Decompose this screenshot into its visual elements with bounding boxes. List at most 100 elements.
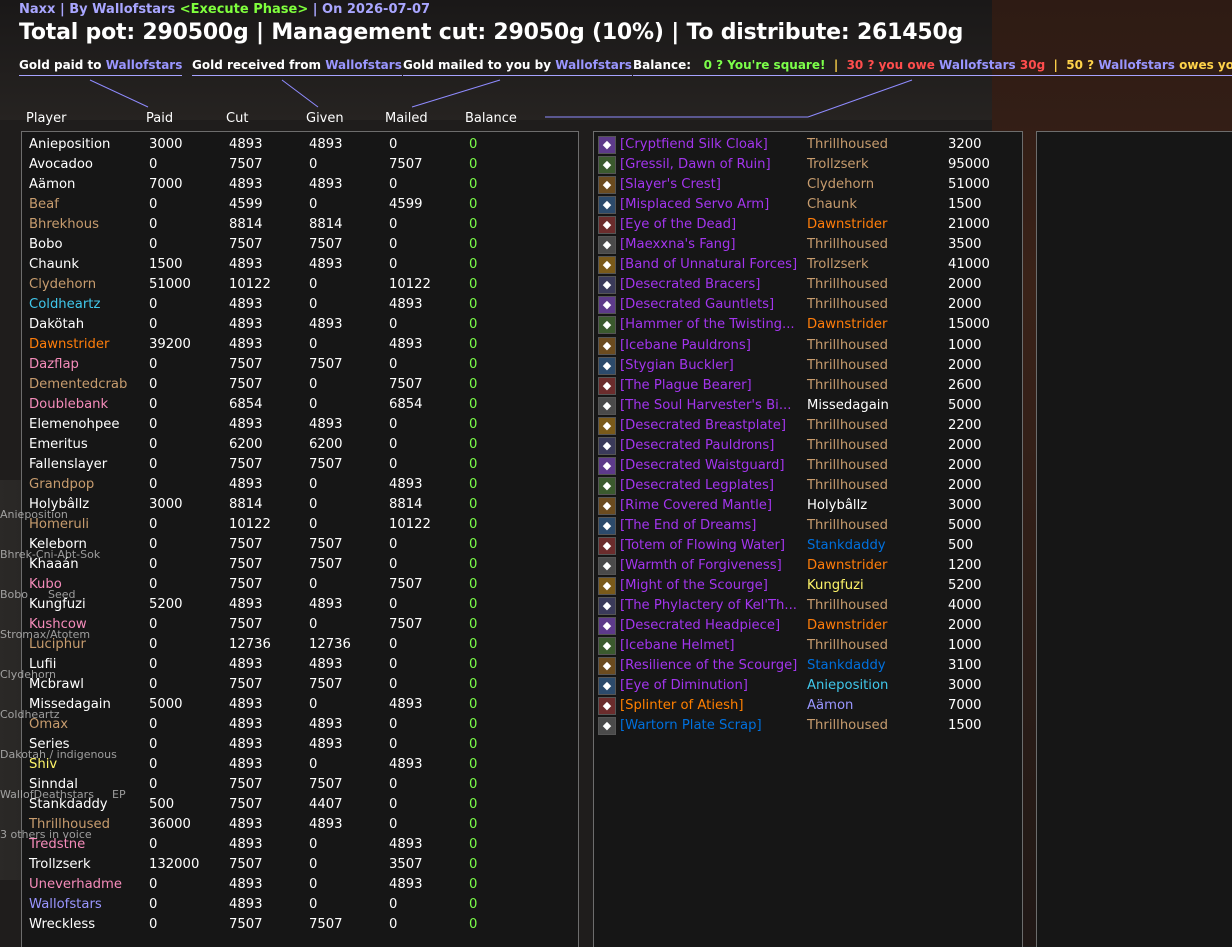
loot-row[interactable]: ◆ [The Soul Harvester's Bi... Missedagain 5… [594, 396, 1014, 416]
col-given[interactable]: Given [306, 111, 344, 126]
player-row[interactable]: Tredstne 0 4893 0 4893 0 [22, 835, 562, 855]
loot-list[interactable]: ◆ [Cryptfiend Silk Cloak] Thrillhoused 3200… [593, 131, 1023, 947]
player-row[interactable]: Avocadoo 0 7507 0 7507 0 [22, 155, 562, 175]
item-link[interactable]: [The Plague Bearer] [620, 376, 752, 396]
player-row[interactable]: Elemenohpee 0 4893 4893 0 0 [22, 415, 562, 435]
col-paid[interactable]: Paid [146, 111, 173, 126]
item-link[interactable]: [Rime Covered Mantle] [620, 496, 772, 516]
item-link[interactable]: [Might of the Scourge] [620, 576, 768, 596]
col-cut[interactable]: Cut [226, 111, 248, 126]
loot-row[interactable]: ◆ [Desecrated Bracers] Thrillhoused 2000 [594, 275, 1014, 295]
item-link[interactable]: [The End of Dreams] [620, 516, 756, 536]
player-row[interactable]: Homeruli 0 10122 0 10122 0 [22, 515, 562, 535]
player-row[interactable]: Clydehorn 51000 10122 0 10122 0 [22, 275, 562, 295]
player-row[interactable]: Wreckless 0 7507 7507 0 0 [22, 915, 562, 935]
player-row[interactable]: Missedagain 5000 4893 0 4893 0 [22, 695, 562, 715]
item-link[interactable]: [Stygian Buckler] [620, 356, 734, 376]
player-row[interactable]: Grandpop 0 4893 0 4893 0 [22, 475, 562, 495]
item-link[interactable]: [Slayer's Crest] [620, 175, 721, 195]
player-row[interactable]: Dakötah 0 4893 4893 0 0 [22, 315, 562, 335]
item-link[interactable]: [Totem of Flowing Water] [620, 536, 785, 556]
loot-row[interactable]: ◆ [Slayer's Crest] Clydehorn 51000 [594, 175, 1014, 195]
loot-row[interactable]: ◆ [Eye of Diminution] Anieposition 3000 [594, 676, 1014, 696]
player-row[interactable]: Dawnstrider 39200 4893 0 4893 0 [22, 335, 562, 355]
item-link[interactable]: [Band of Unnatural Forces] [620, 255, 797, 275]
item-link[interactable]: [Desecrated Gauntlets] [620, 295, 774, 315]
player-row[interactable]: Wallofstars 0 4893 0 0 0 [22, 895, 562, 915]
loot-row[interactable]: ◆ [The Plague Bearer] Thrillhoused 2600 [594, 376, 1014, 396]
loot-row[interactable]: ◆ [Rime Covered Mantle] Holybâllz 3000 [594, 496, 1014, 516]
col-player[interactable]: Player [26, 111, 66, 126]
player-row[interactable]: Aämon 7000 4893 4893 0 0 [22, 175, 562, 195]
col-balance[interactable]: Balance [465, 111, 517, 126]
loot-row[interactable]: ◆ [Gressil, Dawn of Ruin] Trollzserk 95000 [594, 155, 1014, 175]
player-row[interactable]: Kushcow 0 7507 0 7507 0 [22, 615, 562, 635]
item-link[interactable]: [Maexxna's Fang] [620, 235, 736, 255]
player-row[interactable]: Mcbrawl 0 7507 7507 0 0 [22, 675, 562, 695]
loot-row[interactable]: ◆ [Band of Unnatural Forces] Trollzserk 410… [594, 255, 1014, 275]
item-link[interactable]: [Desecrated Legplates] [620, 476, 774, 496]
item-link[interactable]: [Warmth of Forgiveness] [620, 556, 782, 576]
loot-row[interactable]: ◆ [Icebane Pauldrons] Thrillhoused 1000 [594, 336, 1014, 356]
loot-row[interactable]: ◆ [Wartorn Plate Scrap] Thrillhoused 1500 [594, 716, 1014, 736]
loot-row[interactable]: ◆ [Desecrated Headpiece] Dawnstrider 2000 [594, 616, 1014, 636]
player-row[interactable]: Sinndal 0 7507 7507 0 0 [22, 775, 562, 795]
player-row[interactable]: Omax 0 4893 4893 0 0 [22, 715, 562, 735]
loot-row[interactable]: ◆ [Warmth of Forgiveness] Dawnstrider 1200 [594, 556, 1014, 576]
loot-row[interactable]: ◆ [Maexxna's Fang] Thrillhoused 3500 [594, 235, 1014, 255]
item-link[interactable]: [Wartorn Plate Scrap] [620, 716, 762, 736]
player-row[interactable]: Lufii 0 4893 4893 0 0 [22, 655, 562, 675]
player-row[interactable]: Bobo 0 7507 7507 0 0 [22, 235, 562, 255]
player-row[interactable]: Kungfuzi 5200 4893 4893 0 0 [22, 595, 562, 615]
loot-row[interactable]: ◆ [Hammer of the Twisting... Dawnstrider 15… [594, 315, 1014, 335]
loot-row[interactable]: ◆ [Desecrated Waistguard] Thrillhoused 2000 [594, 456, 1014, 476]
loot-row[interactable]: ◆ [The End of Dreams] Thrillhoused 5000 [594, 516, 1014, 536]
player-row[interactable]: Anieposition 3000 4893 4893 0 0 [22, 135, 562, 155]
loot-row[interactable]: ◆ [Desecrated Legplates] Thrillhoused 2000 [594, 476, 1014, 496]
item-link[interactable]: [Splinter of Atiesh] [620, 696, 744, 716]
item-link[interactable]: [Eye of Diminution] [620, 676, 748, 696]
loot-row[interactable]: ◆ [Splinter of Atiesh] Aämon 7000 [594, 696, 1014, 716]
players-table[interactable]: Anieposition 3000 4893 4893 0 0 Avocadoo 0 7507 0… [21, 131, 579, 947]
loot-row[interactable]: ◆ [Desecrated Breastplate] Thrillhoused 220… [594, 416, 1014, 436]
loot-row[interactable]: ◆ [Desecrated Gauntlets] Thrillhoused 2000 [594, 295, 1014, 315]
loot-row[interactable]: ◆ [Stygian Buckler] Thrillhoused 2000 [594, 356, 1014, 376]
item-link[interactable]: [Resilience of the Scourge] [620, 656, 797, 676]
player-row[interactable]: Chaunk 1500 4893 4893 0 0 [22, 255, 562, 275]
loot-row[interactable]: ◆ [The Phylactery of Kel'Th... Thrillhouse… [594, 596, 1014, 616]
item-link[interactable]: [Icebane Pauldrons] [620, 336, 751, 356]
player-row[interactable]: Khaaán 0 7507 7507 0 0 [22, 555, 562, 575]
player-row[interactable]: Fallenslayer 0 7507 7507 0 0 [22, 455, 562, 475]
item-link[interactable]: [Desecrated Bracers] [620, 275, 760, 295]
col-mailed[interactable]: Mailed [385, 111, 428, 126]
player-row[interactable]: Dementedcrab 0 7507 0 7507 0 [22, 375, 562, 395]
loot-row[interactable]: ◆ [Cryptfiend Silk Cloak] Thrillhoused 3200 [594, 135, 1014, 155]
loot-row[interactable]: ◆ [Totem of Flowing Water] Stankdaddy 500 [594, 536, 1014, 556]
player-row[interactable]: Coldheartz 0 4893 0 4893 0 [22, 295, 562, 315]
loot-row[interactable]: ◆ [Might of the Scourge] Kungfuzi 5200 [594, 576, 1014, 596]
item-link[interactable]: [Eye of the Dead] [620, 215, 736, 235]
item-link[interactable]: [Desecrated Headpiece] [620, 616, 780, 636]
player-row[interactable]: Stankdaddy 500 7507 4407 0 0 [22, 795, 562, 815]
player-row[interactable]: Kubo 0 7507 0 7507 0 [22, 575, 562, 595]
player-row[interactable]: Keleborn 0 7507 7507 0 0 [22, 535, 562, 555]
item-link[interactable]: [Icebane Helmet] [620, 636, 734, 656]
player-row[interactable]: Luciphur 0 12736 12736 0 0 [22, 635, 562, 655]
player-row[interactable]: Beaf 0 4599 0 4599 0 [22, 195, 562, 215]
loot-row[interactable]: ◆ [Resilience of the Scourge] Stankdaddy 31… [594, 656, 1014, 676]
loot-row[interactable]: ◆ [Icebane Helmet] Thrillhoused 1000 [594, 636, 1014, 656]
item-link[interactable]: [The Soul Harvester's Bi... [620, 396, 791, 416]
item-link[interactable]: [Desecrated Waistguard] [620, 456, 785, 476]
loot-row[interactable]: ◆ [Misplaced Servo Arm] Chaunk 1500 [594, 195, 1014, 215]
player-row[interactable]: Thrillhoused 36000 4893 4893 0 0 [22, 815, 562, 835]
player-row[interactable]: Uneverhadme 0 4893 0 4893 0 [22, 875, 562, 895]
loot-row[interactable]: ◆ [Eye of the Dead] Dawnstrider 21000 [594, 215, 1014, 235]
player-row[interactable]: Trollzserk 132000 7507 0 3507 0 [22, 855, 562, 875]
item-link[interactable]: [Misplaced Servo Arm] [620, 195, 769, 215]
loot-row[interactable]: ◆ [Desecrated Pauldrons] Thrillhoused 2000 [594, 436, 1014, 456]
item-link[interactable]: [Desecrated Breastplate] [620, 416, 786, 436]
player-row[interactable]: Bhrekhous 0 8814 8814 0 0 [22, 215, 562, 235]
item-link[interactable]: [Gressil, Dawn of Ruin] [620, 155, 771, 175]
player-row[interactable]: Doublebank 0 6854 0 6854 0 [22, 395, 562, 415]
player-row[interactable]: Emeritus 0 6200 6200 0 0 [22, 435, 562, 455]
